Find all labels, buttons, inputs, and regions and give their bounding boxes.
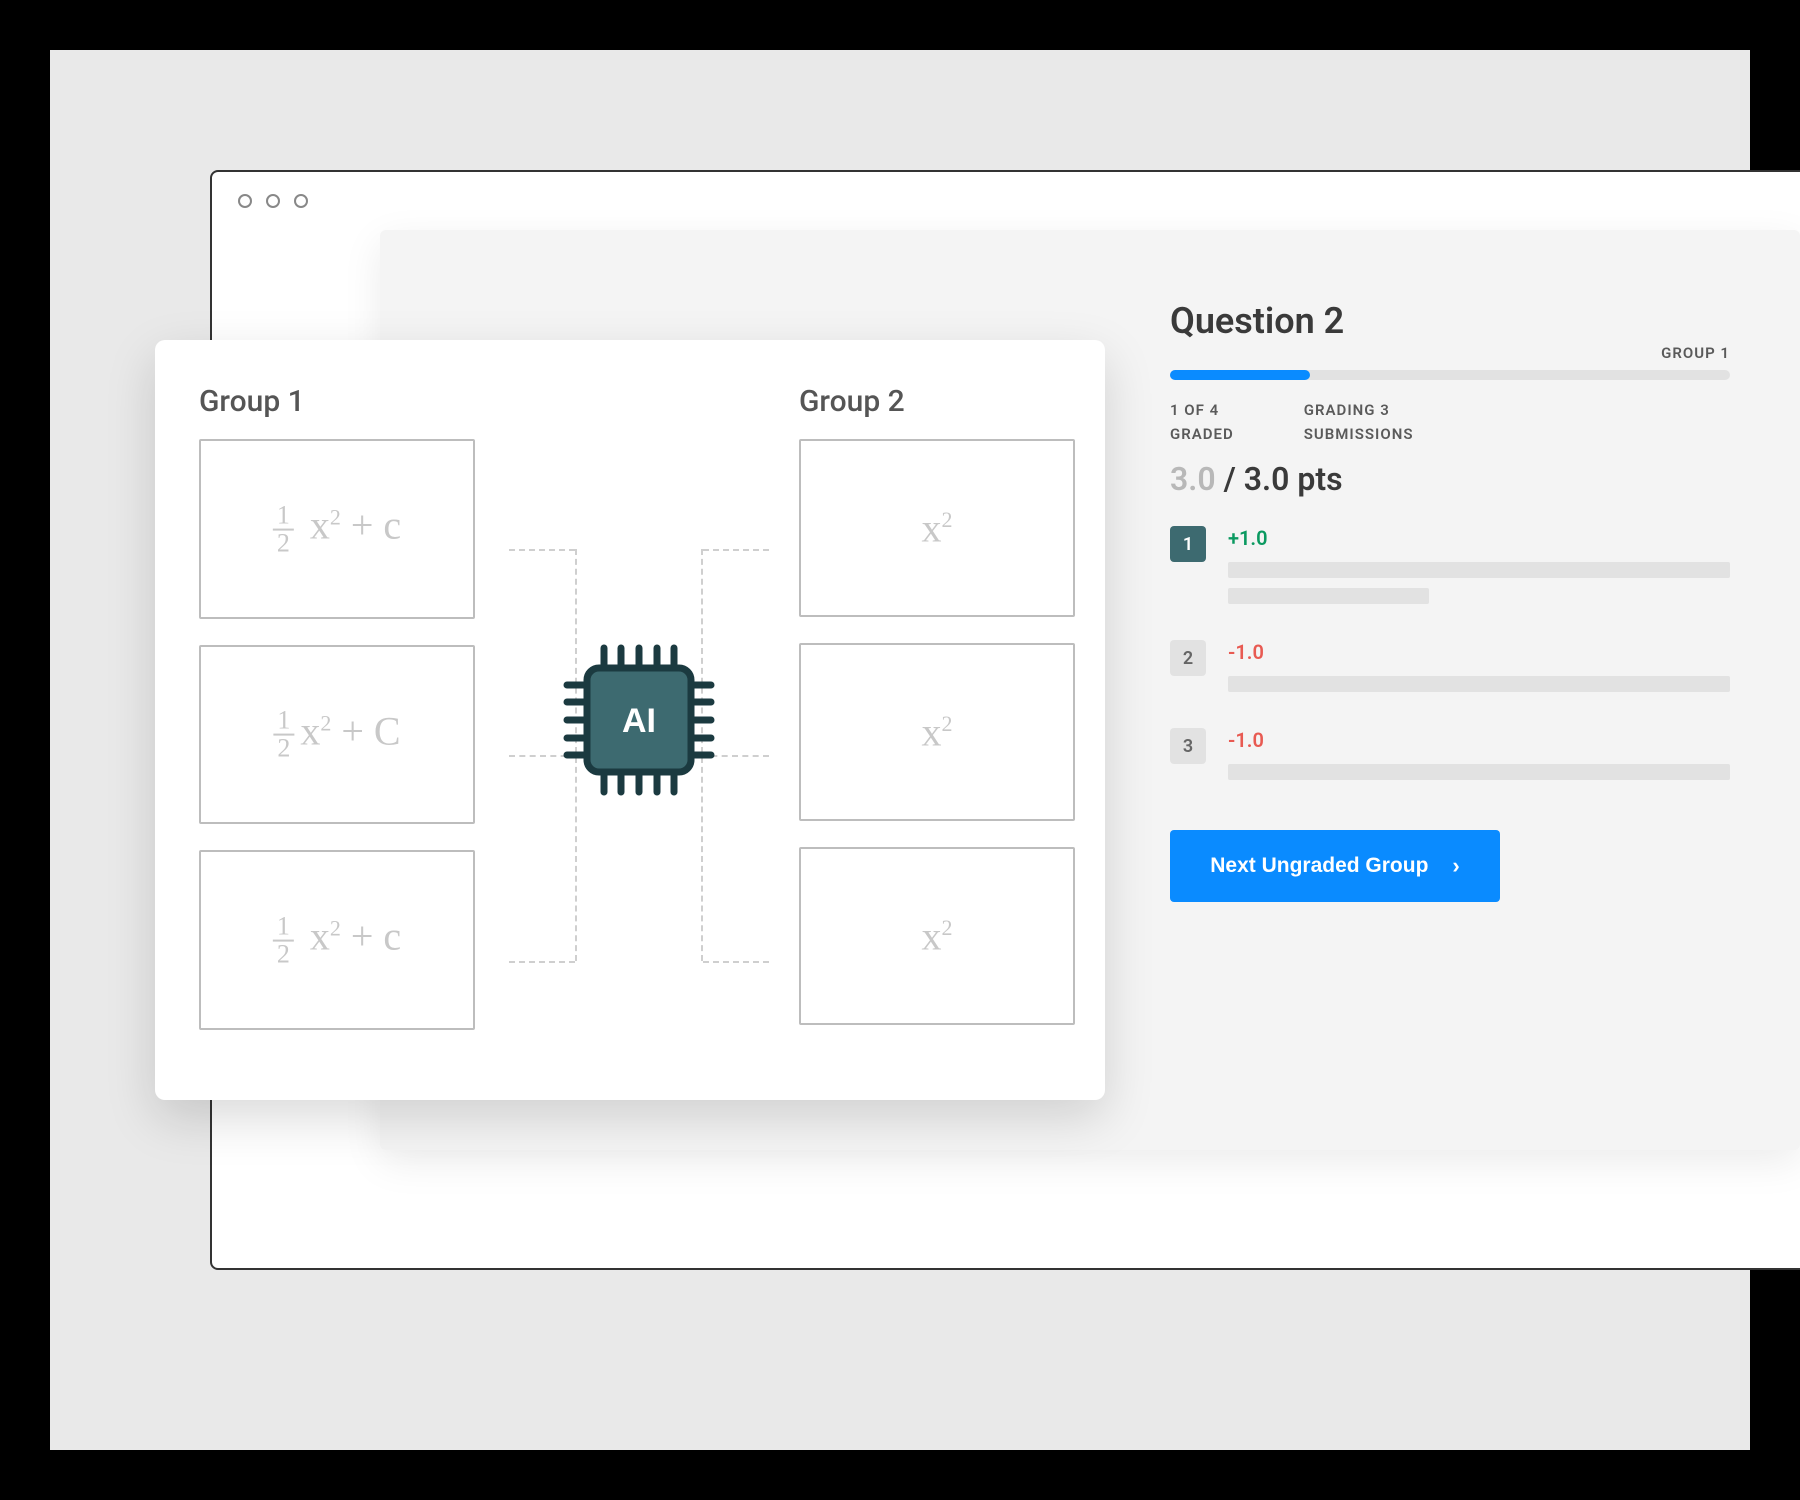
rubric-body: -1.0: [1228, 728, 1730, 790]
rubric-body: +1.0: [1228, 526, 1730, 614]
rubric-delta: -1.0: [1228, 728, 1730, 752]
stat-submissions: GRADING 3 SUBMISSIONS: [1304, 398, 1414, 446]
rubric-number-badge[interactable]: 1: [1170, 526, 1206, 562]
answer-thumbnail[interactable]: 12 x2 + c: [199, 439, 475, 619]
math-expression: 12x2 + C: [273, 707, 400, 762]
grading-stats: 1 OF 4 GRADED GRADING 3 SUBMISSIONS: [1170, 398, 1730, 446]
rubric-description-placeholder: [1228, 764, 1730, 780]
answer-thumbnail[interactable]: x2: [799, 643, 1075, 821]
math-expression: 12 x2 + c: [273, 913, 401, 968]
answer-groups-card: Group 1 12 x2 + c 12x2 + C 12 x2 + c: [155, 340, 1105, 1100]
group-column-1: Group 1 12 x2 + c 12x2 + C 12 x2 + c: [199, 384, 479, 1056]
rubric-number-badge[interactable]: 3: [1170, 728, 1206, 764]
connector-line: [509, 961, 575, 963]
traffic-lights: [238, 194, 308, 208]
progress-bar: [1170, 370, 1730, 380]
answer-thumbnail[interactable]: 12x2 + C: [199, 645, 475, 825]
answer-thumbnail[interactable]: 12 x2 + c: [199, 850, 475, 1030]
rubric-list: 1 +1.0 2 -1.0 3 -1.0: [1170, 526, 1730, 790]
traffic-light-dot: [238, 194, 252, 208]
math-expression: 12 x2 + c: [273, 501, 401, 556]
next-button-label: Next Ungraded Group: [1210, 854, 1428, 878]
grading-panel: Question 2 GROUP 1 1 OF 4 GRADED GRADING…: [1170, 300, 1730, 902]
answer-thumbnail[interactable]: x2: [799, 847, 1075, 1025]
rubric-item[interactable]: 3 -1.0: [1170, 728, 1730, 790]
stage: Question 2 GROUP 1 1 OF 4 GRADED GRADING…: [50, 50, 1750, 1450]
stat-line: SUBMISSIONS: [1304, 422, 1414, 446]
ai-cluster-center: AI: [519, 384, 759, 1056]
points-sep: /: [1216, 460, 1244, 498]
rubric-description-placeholder: [1228, 562, 1730, 604]
math-expression: x2: [922, 505, 953, 552]
progress-fill: [1170, 370, 1310, 380]
math-expression: x2: [922, 709, 953, 756]
group-label: GROUP 1: [1661, 344, 1730, 362]
stat-line: GRADED: [1170, 422, 1234, 446]
svg-text:AI: AI: [622, 702, 656, 740]
traffic-light-dot: [266, 194, 280, 208]
points-earned: 3.0: [1170, 460, 1216, 498]
connector-line: [509, 549, 575, 551]
points-display: 3.0 / 3.0 pts: [1170, 460, 1730, 498]
rubric-number-badge[interactable]: 2: [1170, 640, 1206, 676]
next-ungraded-button[interactable]: Next Ungraded Group ›: [1170, 830, 1500, 902]
stat-line: 1 OF 4: [1170, 398, 1234, 422]
connector-line: [703, 961, 769, 963]
connector-line: [703, 549, 769, 551]
question-title: Question 2: [1170, 300, 1344, 342]
rubric-delta: +1.0: [1228, 526, 1730, 550]
rubric-item[interactable]: 2 -1.0: [1170, 640, 1730, 702]
rubric-body: -1.0: [1228, 640, 1730, 702]
rubric-item[interactable]: 1 +1.0: [1170, 526, 1730, 614]
answer-thumbnail[interactable]: x2: [799, 439, 1075, 617]
stat-line: GRADING 3: [1304, 398, 1414, 422]
chevron-right-icon: ›: [1452, 853, 1459, 879]
rubric-delta: -1.0: [1228, 640, 1730, 664]
group-title-1: Group 1: [199, 384, 479, 419]
traffic-light-dot: [294, 194, 308, 208]
stat-graded: 1 OF 4 GRADED: [1170, 398, 1234, 446]
group-column-2: Group 2 x2 x2 x2: [799, 384, 1079, 1056]
rubric-description-placeholder: [1228, 676, 1730, 692]
ai-chip-icon: AI: [549, 630, 729, 810]
points-total: 3.0 pts: [1244, 460, 1343, 498]
group-title-2: Group 2: [799, 384, 1079, 419]
math-expression: x2: [922, 913, 953, 960]
